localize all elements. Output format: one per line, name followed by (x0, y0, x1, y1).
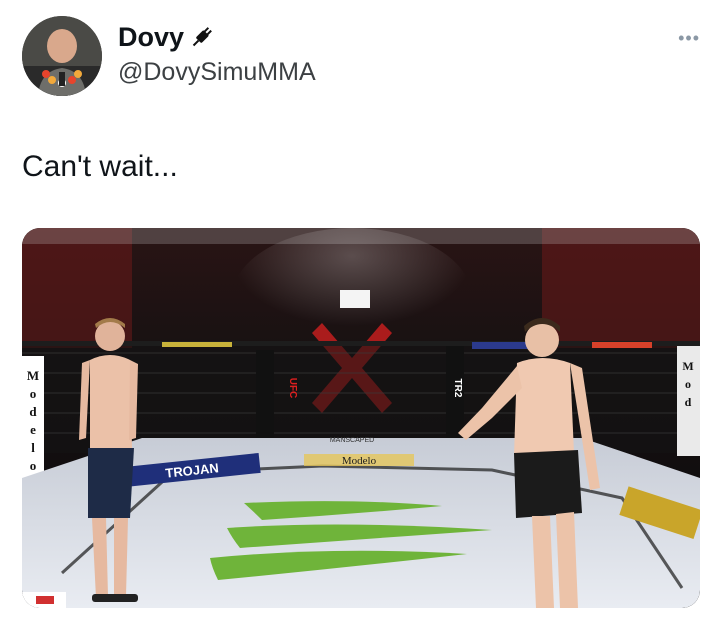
svg-text:Modelo: Modelo (342, 455, 377, 467)
svg-text:M: M (682, 359, 693, 373)
svg-text:d: d (685, 395, 692, 409)
author-display-name[interactable]: Dovy (118, 22, 184, 52)
more-options-button[interactable]: ••• (678, 28, 700, 49)
svg-text:d: d (29, 404, 37, 419)
svg-text:o: o (685, 377, 691, 391)
svg-text:e: e (30, 422, 36, 437)
tweet-text: Can't wait... (22, 150, 178, 183)
plug-icon (188, 23, 216, 51)
svg-text:o: o (30, 458, 37, 473)
svg-text:l: l (31, 440, 35, 455)
svg-text:UFC: UFC (287, 378, 298, 399)
author-handle[interactable]: @DovySimuMMA (118, 58, 316, 87)
svg-text:MANSCAPED: MANSCAPED (330, 437, 374, 444)
author-name-row: Dovy (118, 22, 216, 52)
tweet-media-image[interactable]: M o d e l o UFC TR2 M o d TROJAN Modelo … (22, 228, 700, 608)
svg-text:M: M (27, 368, 39, 383)
svg-text:TR2: TR2 (452, 379, 463, 398)
author-avatar[interactable] (22, 16, 102, 96)
octagon-scene-illustration: M o d e l o UFC TR2 M o d TROJAN Modelo … (22, 228, 700, 608)
avatar-image (22, 16, 102, 96)
svg-text:o: o (30, 386, 37, 401)
